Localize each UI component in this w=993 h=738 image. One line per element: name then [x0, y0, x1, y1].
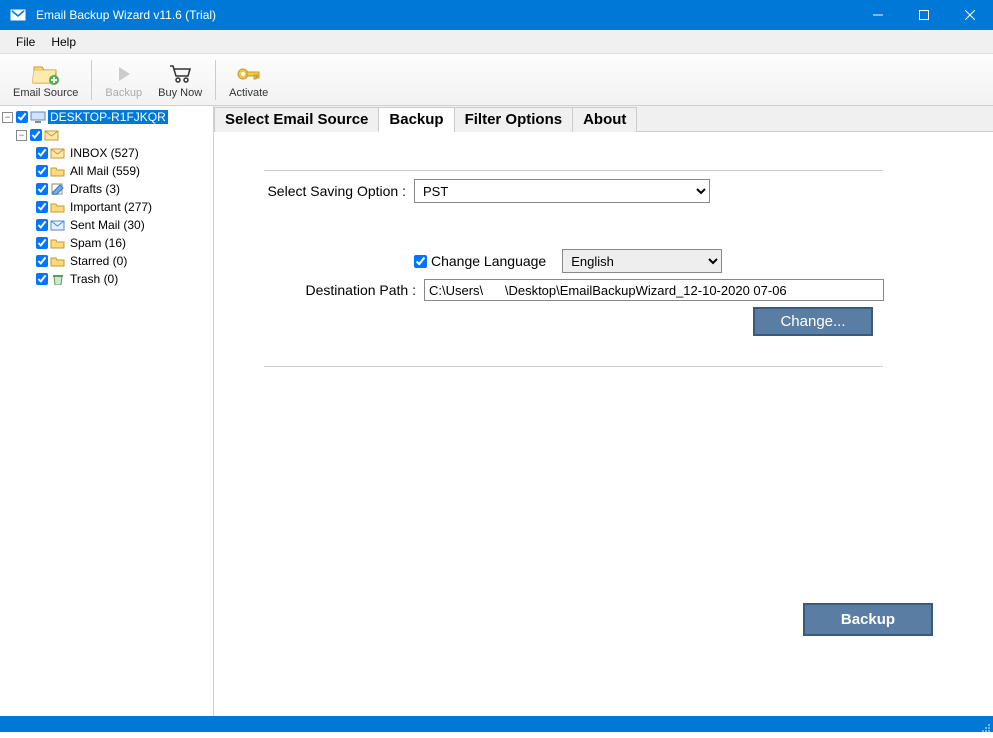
email-source-button[interactable]: Email Source	[6, 56, 85, 104]
change-language-label: Change Language	[431, 253, 546, 269]
app-icon	[6, 7, 30, 23]
folder-checkbox[interactable]	[36, 165, 48, 177]
toolbar-separator	[91, 60, 92, 100]
menu-help[interactable]: Help	[43, 35, 84, 49]
tree-folder[interactable]: Sent Mail (30)	[2, 216, 211, 234]
minimize-button[interactable]	[855, 0, 901, 30]
buy-now-button[interactable]: Buy Now	[151, 56, 209, 104]
folder-label: Starred (0)	[68, 254, 129, 268]
menu-bar: File Help	[0, 30, 993, 54]
folder-icon	[50, 146, 66, 160]
tree-folder[interactable]: Trash (0)	[2, 270, 211, 288]
toolbar: Email Source Backup Buy Now Activate	[0, 54, 993, 106]
activate-label: Activate	[229, 87, 268, 99]
change-language-checkbox[interactable]	[414, 255, 427, 268]
resize-grip-icon[interactable]	[979, 720, 991, 732]
content-area: Select Email Source Backup Filter Option…	[214, 106, 993, 716]
folder-icon	[50, 200, 66, 214]
collapse-icon[interactable]: −	[16, 130, 27, 141]
tree-account[interactable]: −	[2, 126, 211, 144]
saving-option-label: Select Saving Option :	[234, 183, 414, 199]
folder-checkbox[interactable]	[36, 255, 48, 267]
tab-about[interactable]: About	[572, 107, 637, 132]
folder-checkbox[interactable]	[36, 237, 48, 249]
tree-folder[interactable]: Starred (0)	[2, 252, 211, 270]
account-checkbox[interactable]	[30, 129, 42, 141]
tree-folder[interactable]: All Mail (559)	[2, 162, 211, 180]
folder-icon	[50, 272, 66, 286]
folder-checkbox[interactable]	[36, 183, 48, 195]
main-area: − DESKTOP-R1FJKQR − INBOX (527) All Mail…	[0, 106, 993, 716]
tree-folder[interactable]: INBOX (527)	[2, 144, 211, 162]
folder-label: INBOX (527)	[68, 146, 141, 160]
destination-input[interactable]	[424, 279, 884, 301]
email-source-label: Email Source	[13, 87, 78, 99]
backup-button-toolbar[interactable]: Backup	[98, 56, 149, 104]
computer-icon	[30, 110, 46, 124]
root-checkbox[interactable]	[16, 111, 28, 123]
buy-now-label: Buy Now	[158, 87, 202, 99]
menu-file[interactable]: File	[8, 35, 43, 49]
cart-icon	[166, 61, 194, 87]
folder-label: Drafts (3)	[68, 182, 122, 196]
folder-icon	[50, 218, 66, 232]
folder-icon	[50, 254, 66, 268]
tree-folder[interactable]: Spam (16)	[2, 234, 211, 252]
folder-tree: − DESKTOP-R1FJKQR − INBOX (527) All Mail…	[0, 106, 214, 716]
destination-label: Destination Path :	[234, 282, 424, 298]
title-bar: Email Backup Wizard v11.6 (Trial)	[0, 0, 993, 30]
tree-root[interactable]: − DESKTOP-R1FJKQR	[2, 108, 211, 126]
close-button[interactable]	[947, 0, 993, 30]
root-label: DESKTOP-R1FJKQR	[48, 110, 168, 124]
folder-icon	[50, 164, 66, 178]
backup-panel: Select Saving Option : PST Change Langua…	[214, 132, 993, 716]
folder-label: Sent Mail (30)	[68, 218, 147, 232]
folder-checkbox[interactable]	[36, 201, 48, 213]
saving-option-select[interactable]: PST	[414, 179, 710, 203]
tab-backup[interactable]: Backup	[378, 107, 454, 132]
activate-button[interactable]: Activate	[222, 56, 275, 104]
tree-folder[interactable]: Drafts (3)	[2, 180, 211, 198]
folder-icon	[50, 182, 66, 196]
tab-filter-options[interactable]: Filter Options	[454, 107, 574, 132]
tab-select-source[interactable]: Select Email Source	[214, 107, 379, 132]
collapse-icon[interactable]: −	[2, 112, 13, 123]
tree-folder[interactable]: Important (277)	[2, 198, 211, 216]
folder-label: Trash (0)	[68, 272, 120, 286]
folder-icon	[50, 236, 66, 250]
change-button[interactable]: Change...	[753, 307, 873, 336]
backup-toolbar-label: Backup	[105, 87, 142, 99]
backup-button[interactable]: Backup	[803, 603, 933, 636]
folder-checkbox[interactable]	[36, 273, 48, 285]
folder-checkbox[interactable]	[36, 147, 48, 159]
toolbar-separator	[215, 60, 216, 100]
tab-bar: Select Email Source Backup Filter Option…	[214, 106, 993, 132]
folder-add-icon	[32, 61, 60, 87]
folder-label: All Mail (559)	[68, 164, 142, 178]
play-icon	[110, 61, 138, 87]
language-select[interactable]: English	[562, 249, 722, 273]
key-icon	[235, 61, 263, 87]
mail-icon	[44, 128, 60, 142]
maximize-button[interactable]	[901, 0, 947, 30]
folder-checkbox[interactable]	[36, 219, 48, 231]
status-bar	[0, 716, 993, 732]
window-title: Email Backup Wizard v11.6 (Trial)	[36, 8, 855, 22]
folder-label: Important (277)	[68, 200, 154, 214]
folder-label: Spam (16)	[68, 236, 128, 250]
